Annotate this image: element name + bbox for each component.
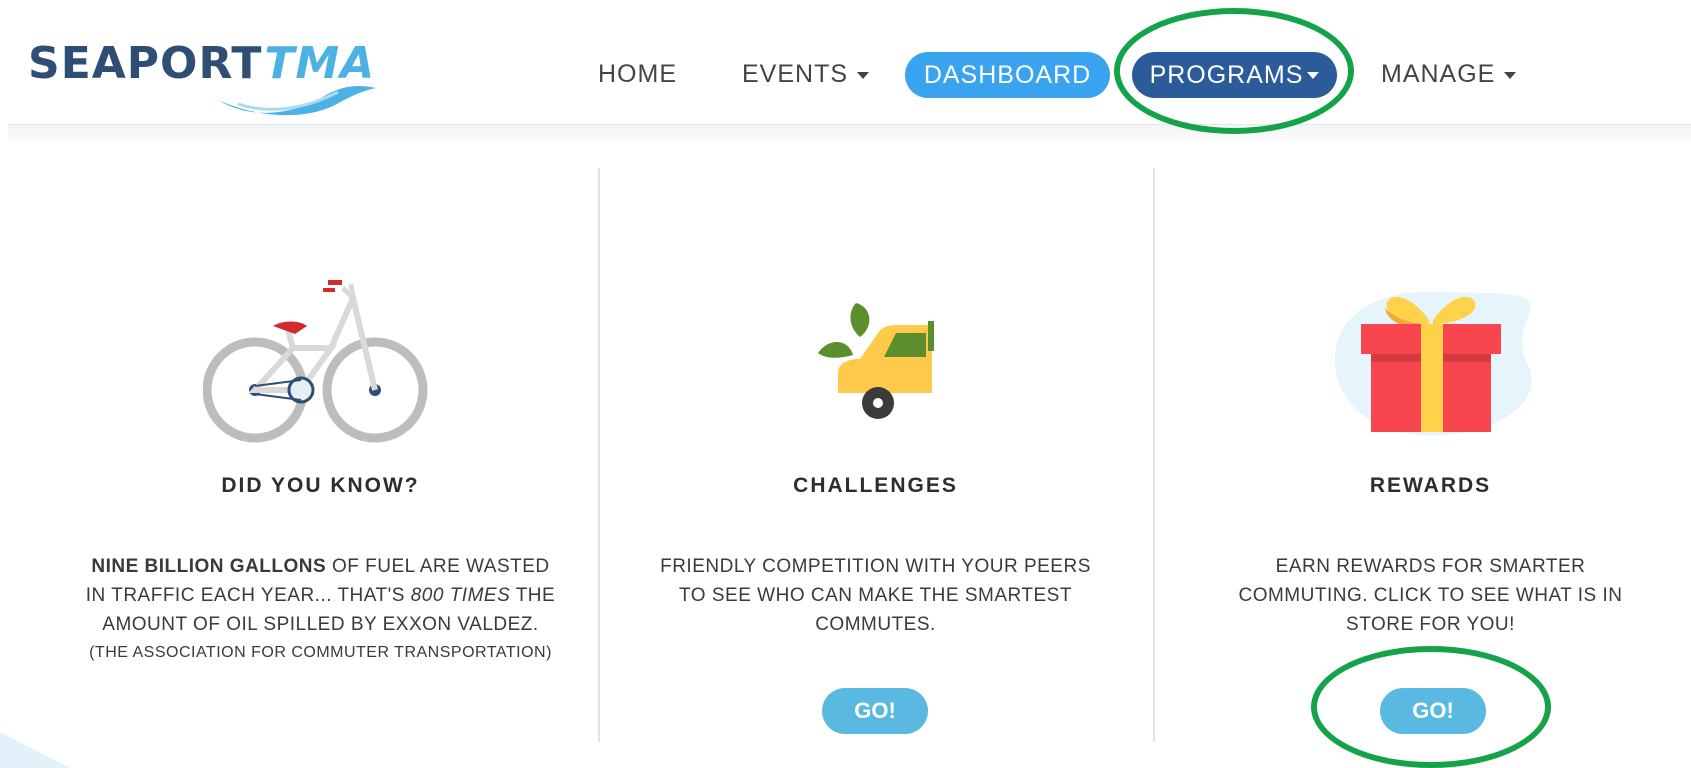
gift-icon [1335,291,1532,436]
chevron-down-icon [857,71,870,79]
nav-home[interactable]: HOME [598,60,677,89]
challenges-go-button[interactable]: GO! [822,688,928,734]
logo-wave-icon [218,86,376,116]
card-description: FRIENDLY COMPETITION WITH YOUR PEERS TO … [660,556,1091,635]
card-challenges: CHALLENGES FRIENDLY COMPETITION WITH YOU… [598,168,1153,748]
seaport-tma-logo[interactable]: SEAPORTTMA [28,30,388,116]
nav-programs[interactable]: PROGRAMS [1132,52,1337,98]
highlight-text: NINE BILLION GALLONS [91,556,327,577]
card-description: NINE BILLION GALLONS OF FUEL ARE WASTED … [83,552,558,667]
card-description: EARN REWARDS FOR SMARTER COMMUTING. CLIC… [1238,556,1623,635]
eco-car-icon [818,303,934,419]
citation-note: (THE ASSOCIATION FOR COMMUTER TRANSPORTA… [89,644,552,661]
card-title: CHALLENGES [793,474,958,497]
emphasis-text: 800 TIMES [410,585,511,606]
nav-programs-label: PROGRAMS [1149,60,1304,89]
rewards-go-button[interactable]: GO! [1380,688,1486,734]
nav-manage[interactable]: MANAGE [1381,60,1517,89]
chevron-down-icon [1504,71,1517,79]
site-header: SEAPORTTMA HOME EVENTS DASHBOARD PROGRAM… [0,0,1691,124]
decorative-corner-shape [0,732,70,768]
nav-manage-label: MANAGE [1381,60,1496,88]
nav-events[interactable]: EVENTS [742,60,870,89]
card-title: DID YOU KNOW? [221,474,420,497]
nav-dashboard[interactable]: DASHBOARD [905,52,1110,98]
nav-events-label: EVENTS [742,60,849,88]
card-rewards: REWARDS EARN REWARDS FOR SMARTER COMMUTI… [1153,168,1691,748]
bicycle-icon [203,280,428,443]
header-divider [8,124,1691,140]
card-did-you-know: DID YOU KNOW? NINE BILLION GALLONS OF FU… [43,168,598,748]
card-title: REWARDS [1369,474,1492,497]
chevron-down-icon [1307,71,1320,79]
